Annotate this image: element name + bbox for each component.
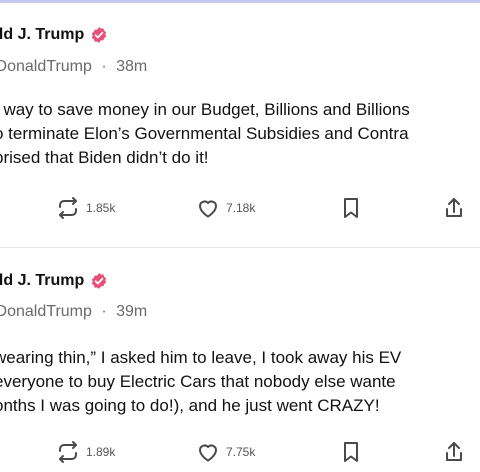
separator-dot: ·	[101, 58, 107, 75]
share-icon	[442, 196, 466, 220]
author-name[interactable]: ald J. Trump	[0, 272, 84, 290]
verified-badge-icon	[90, 272, 108, 290]
repost-icon	[56, 196, 80, 220]
post-text-line: prised that Biden didn’t do it!	[0, 148, 209, 167]
bookmark-button[interactable]	[340, 196, 362, 220]
post-text-line: wearing thin,” I asked him to leave, I t…	[0, 348, 402, 367]
repost-button[interactable]: 1.89k	[56, 440, 115, 464]
like-button[interactable]: 7.75k	[196, 440, 255, 464]
post-time[interactable]: 39m	[116, 303, 147, 320]
author-name[interactable]: ald J. Trump	[0, 26, 84, 44]
post-text-line: everyone to buy Electric Cars that nobod…	[0, 372, 396, 391]
post-actions: 1.85k 7.18k	[0, 196, 480, 226]
author-handle[interactable]: lDonaldTrump	[0, 58, 92, 75]
post: ald J. Trump lDonaldTrump · 38m t way to…	[0, 0, 480, 247]
author-row[interactable]: ald J. Trump	[0, 26, 108, 44]
repost-button[interactable]: 1.85k	[56, 196, 115, 220]
repost-count: 1.85k	[86, 201, 116, 215]
share-icon	[442, 440, 466, 464]
post-actions: 1.89k 7.75k	[0, 440, 480, 470]
bookmark-icon	[340, 440, 362, 464]
author-row[interactable]: ald J. Trump	[0, 272, 108, 290]
like-count: 7.18k	[226, 201, 256, 215]
heart-icon	[196, 440, 220, 464]
post: ald J. Trump lDonaldTrump · 39m wearing …	[0, 248, 480, 472]
post-text-line: o terminate Elon’s Governmental Subsidie…	[0, 124, 409, 143]
post-text-line: onths I was going to do!), and he just w…	[0, 396, 380, 415]
like-count: 7.75k	[226, 445, 256, 459]
handle-row: lDonaldTrump · 39m	[0, 303, 147, 321]
post-time[interactable]: 38m	[116, 58, 147, 75]
share-button[interactable]	[442, 440, 466, 464]
bookmark-button[interactable]	[340, 440, 362, 464]
heart-icon	[196, 196, 220, 220]
post-body[interactable]: t way to save money in our Budget, Billi…	[0, 98, 480, 170]
post-body[interactable]: wearing thin,” I asked him to leave, I t…	[0, 346, 480, 418]
handle-row: lDonaldTrump · 38m	[0, 58, 147, 76]
repost-icon	[56, 440, 80, 464]
verified-badge-icon	[90, 26, 108, 44]
repost-count: 1.89k	[86, 445, 116, 459]
post-text-line: t way to save money in our Budget, Billi…	[0, 100, 410, 119]
author-handle[interactable]: lDonaldTrump	[0, 303, 92, 320]
separator-dot: ·	[101, 303, 107, 320]
bookmark-icon	[340, 196, 362, 220]
like-button[interactable]: 7.18k	[196, 196, 255, 220]
share-button[interactable]	[442, 196, 466, 220]
